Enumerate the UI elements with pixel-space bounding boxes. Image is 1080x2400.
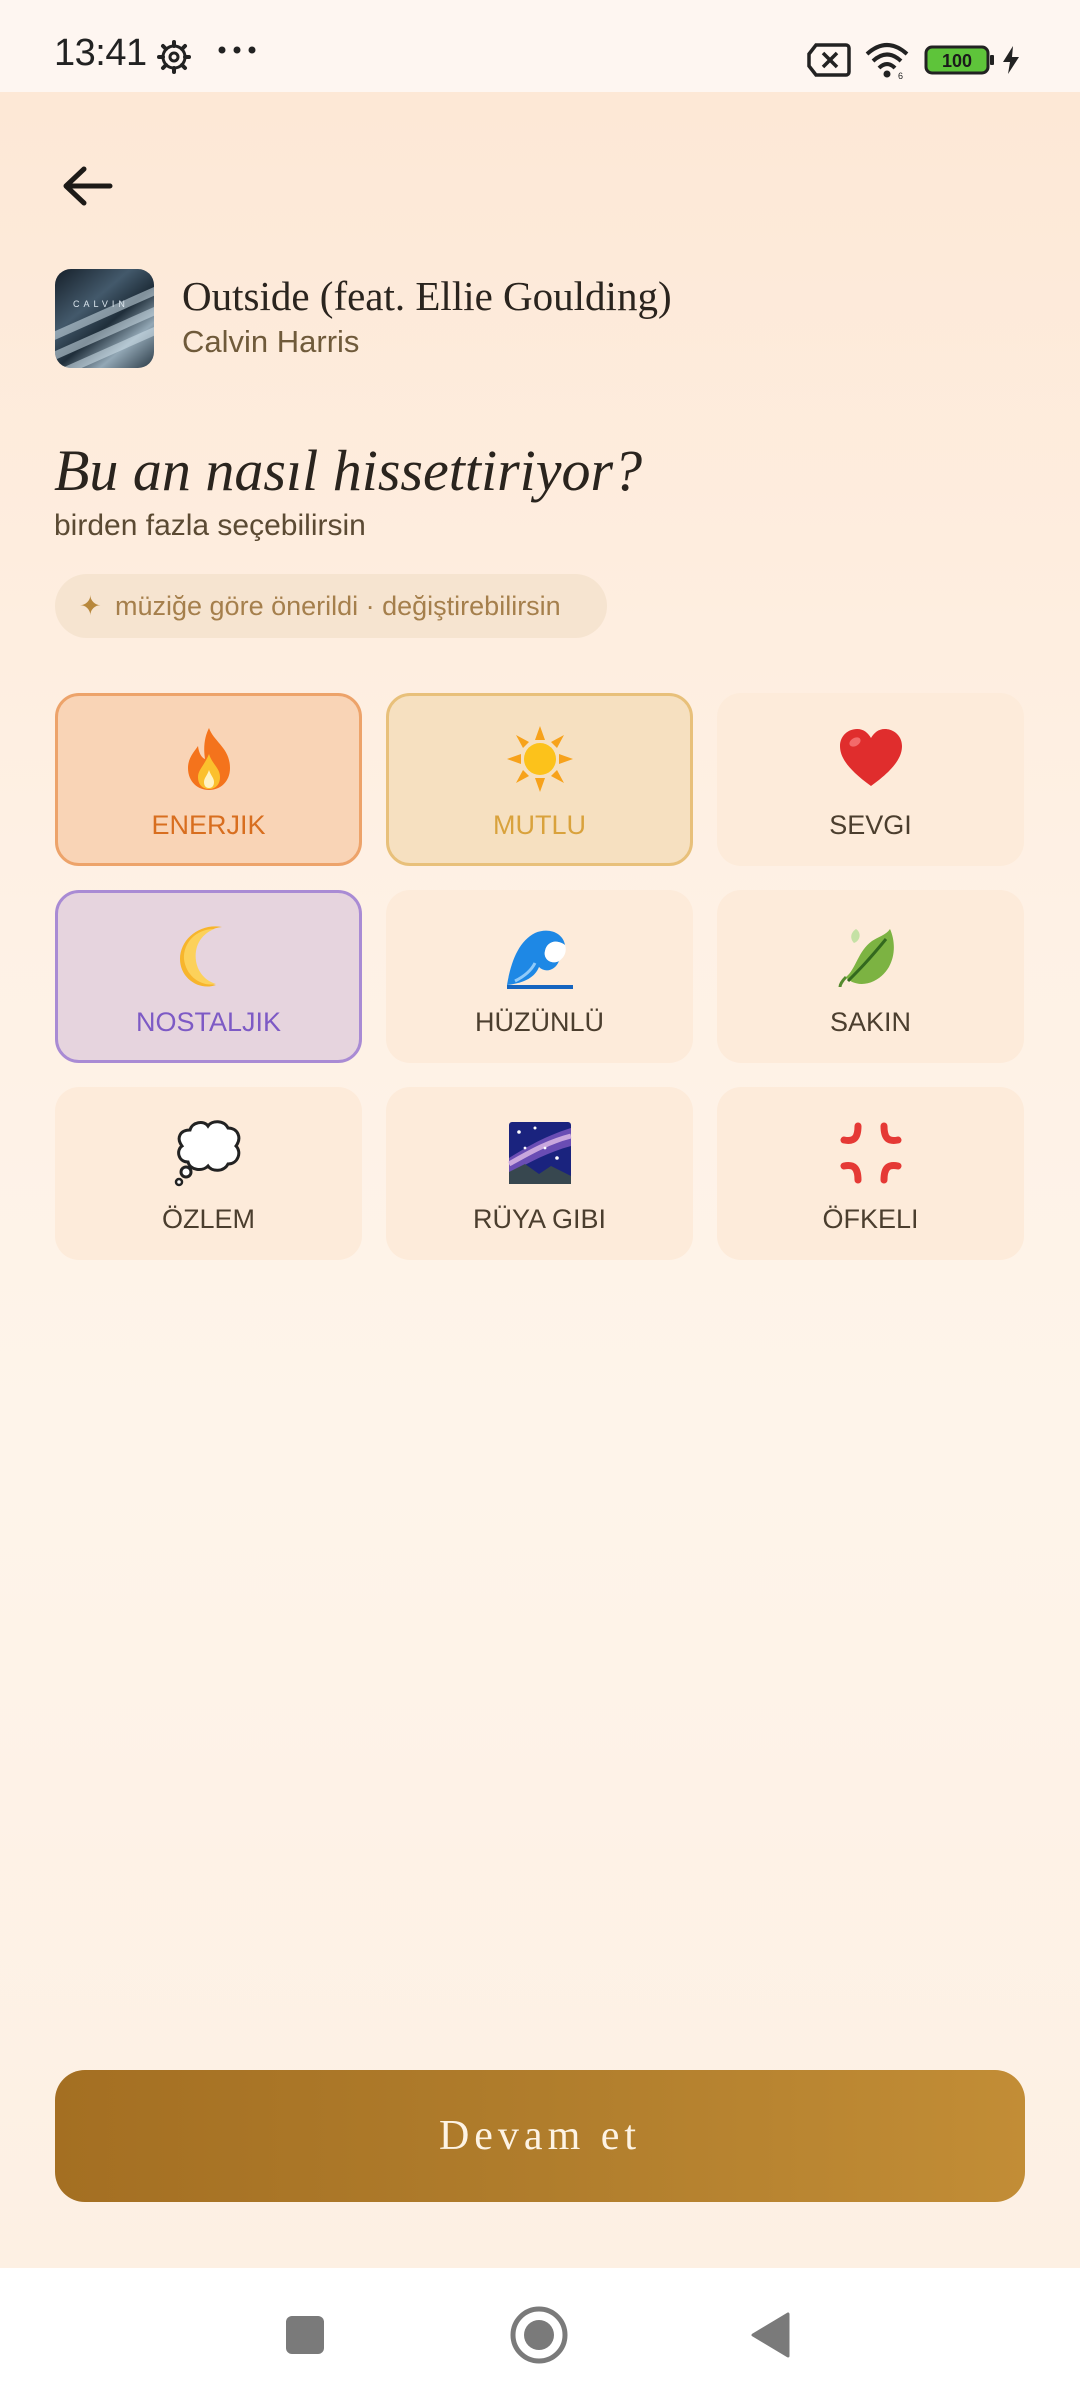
battery-level: 100 xyxy=(942,51,972,71)
mood-card-mutlu[interactable]: MUTLU xyxy=(386,693,693,866)
no-sim-icon xyxy=(807,43,851,77)
milky-way-icon xyxy=(507,1122,572,1184)
battery-icon: 100 xyxy=(924,45,994,75)
fire-icon xyxy=(187,728,230,790)
suggestion-chip: ✦ müziğe göre önerildi · değiştirebilirs… xyxy=(55,574,607,638)
continue-button[interactable]: Devam et xyxy=(55,2070,1025,2202)
svg-text:6: 6 xyxy=(898,71,903,80)
heart-icon xyxy=(839,729,902,786)
song-artist: Calvin Harris xyxy=(182,324,360,359)
page-title: Bu an nasıl hissettiriyor? xyxy=(54,438,643,503)
mood-grid: ENERJIK MUTLU SEVGI NOSTALJIK HÜZÜNLÜ SA… xyxy=(55,693,1025,1260)
mood-label: SEVGI xyxy=(829,810,912,840)
nav-back-button[interactable] xyxy=(748,2310,792,2360)
back-triangle-icon xyxy=(751,2312,790,2358)
mood-card-nostaljik[interactable]: NOSTALJIK xyxy=(55,890,362,1063)
sun-icon xyxy=(506,726,573,792)
mood-label: RÜYA GIBI xyxy=(472,1204,607,1234)
suggestion-text: müziğe göre önerildi · değiştirebilirsin xyxy=(115,591,561,621)
mood-label: SAKIN xyxy=(829,1007,912,1037)
recents-square-icon xyxy=(286,2316,324,2354)
mood-card-ofkeli[interactable]: ÖFKELI xyxy=(717,1087,1024,1260)
mood-card-sakin[interactable]: SAKIN xyxy=(717,890,1024,1063)
song-title: Outside (feat. Ellie Goulding) xyxy=(182,273,672,319)
thought-bubble-icon xyxy=(174,1120,240,1187)
mood-card-enerjik[interactable]: ENERJIK xyxy=(55,693,362,866)
charging-bolt-icon xyxy=(1003,46,1019,74)
leaf-icon xyxy=(838,929,894,988)
gear-icon xyxy=(157,40,191,74)
mood-label: ÖZLEM xyxy=(161,1204,255,1234)
album-art: CALVIN xyxy=(55,269,154,368)
mood-card-ruya-gibi[interactable]: RÜYA GIBI xyxy=(386,1087,693,1260)
mood-card-huzunlu[interactable]: HÜZÜNLÜ xyxy=(386,890,693,1063)
mood-card-ozlem[interactable]: ÖZLEM xyxy=(55,1087,362,1260)
wave-icon xyxy=(506,930,573,989)
mood-card-sevgi[interactable]: SEVGI xyxy=(717,693,1024,866)
home-circle-icon xyxy=(510,2306,568,2364)
status-time: 13:41 xyxy=(54,32,147,74)
sparkle-icon: ✦ xyxy=(79,591,102,621)
wifi-icon: 6 xyxy=(865,43,909,80)
album-art-text: CALVIN xyxy=(73,299,129,309)
recents-button[interactable] xyxy=(284,2314,326,2356)
more-dots-icon xyxy=(218,46,256,54)
system-nav-bar xyxy=(0,2268,1080,2400)
mood-label: HÜZÜNLÜ xyxy=(474,1007,604,1037)
anger-symbol-icon xyxy=(840,1122,901,1184)
mood-selection-screen: CALVIN Outside (feat. Ellie Goulding) Ca… xyxy=(0,92,1080,2268)
mood-label: ENERJIK xyxy=(151,810,266,840)
mood-label: NOSTALJIK xyxy=(135,1007,282,1037)
arrow-left-icon xyxy=(63,166,113,206)
mood-label: ÖFKELI xyxy=(822,1204,919,1234)
home-button[interactable] xyxy=(508,2304,570,2366)
crescent-moon-icon xyxy=(179,926,222,987)
mood-label: MUTLU xyxy=(493,810,586,840)
back-button[interactable] xyxy=(54,152,122,220)
page-subtitle: birden fazla seçebilirsin xyxy=(54,509,366,542)
status-bar: 13:41 6 100 xyxy=(0,0,1080,92)
